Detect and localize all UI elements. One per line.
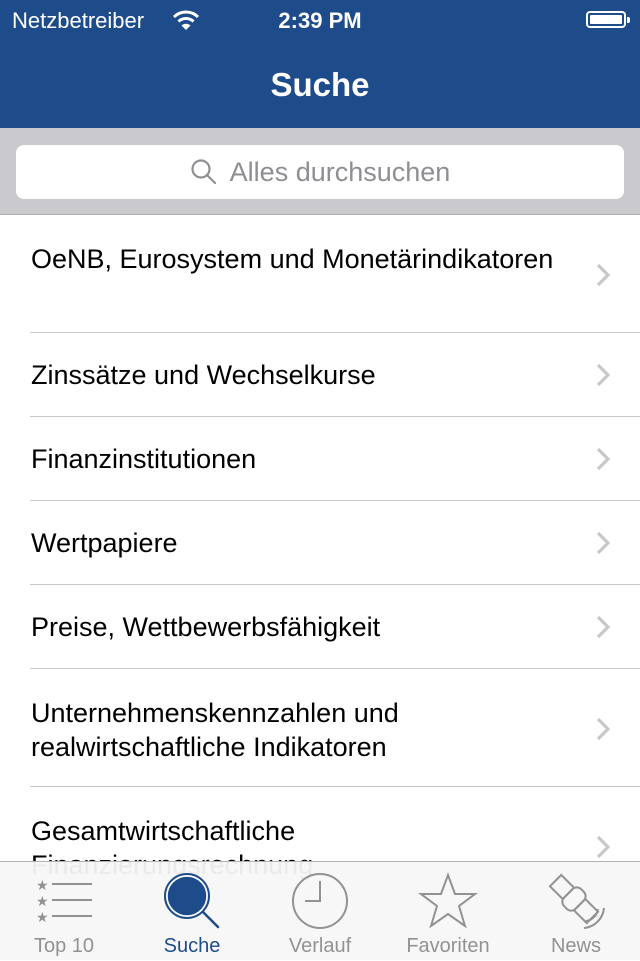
chevron-right-icon — [596, 447, 610, 471]
list-item[interactable]: OeNB, Eurosystem und Monetärindikatoren — [0, 215, 640, 333]
tab-favoriten[interactable]: Favoriten — [384, 862, 512, 961]
chevron-right-icon — [596, 263, 610, 287]
list-item[interactable]: Wertpapiere — [0, 501, 640, 585]
search-placeholder: Alles durchsuchen — [229, 156, 451, 187]
status-bar: Netzbetreiber 2:39 PM — [0, 0, 640, 40]
battery-full-icon — [586, 11, 630, 28]
svg-text:★: ★ — [36, 894, 49, 910]
chevron-right-icon — [596, 615, 610, 639]
status-time: 2:39 PM — [278, 8, 362, 33]
category-list: OeNB, Eurosystem und Monetärindikatoren … — [0, 215, 640, 905]
search-icon — [164, 873, 220, 929]
tab-suche[interactable]: Suche — [128, 862, 256, 961]
search-icon — [191, 159, 216, 185]
top10-list-icon: ★ ★ ★ — [36, 878, 92, 926]
list-item-label: Preise, Wettbewerbsfähigkeit — [31, 612, 381, 642]
chevron-right-icon — [596, 717, 610, 741]
list-item[interactable]: Finanzinstitutionen — [0, 417, 640, 501]
list-item-label: Wertpapiere — [31, 528, 178, 558]
svg-text:★: ★ — [36, 910, 49, 926]
chevron-right-icon — [596, 531, 610, 555]
list-item[interactable]: Preise, Wettbewerbsfähigkeit — [0, 585, 640, 669]
search-bar-container: Alles durchsuchen — [0, 128, 640, 215]
tab-label: Verlauf — [288, 935, 352, 957]
list-item-label: Zinssätze und Wechselkurse — [31, 360, 376, 390]
star-icon — [418, 872, 478, 929]
tab-label: News — [550, 935, 601, 957]
list-item-label: Finanzinstitutionen — [31, 444, 257, 474]
svg-text:★: ★ — [36, 878, 49, 894]
page-title: Suche — [270, 66, 370, 103]
tab-label: Suche — [163, 935, 221, 957]
tab-news[interactable]: News — [512, 862, 640, 961]
list-item[interactable]: Zinssätze und Wechselkurse — [0, 333, 640, 417]
tab-label: Top 10 — [33, 935, 95, 957]
tab-verlauf[interactable]: Verlauf — [256, 862, 384, 961]
list-item-label: Unternehmenskennzahlen und realwirtschaf… — [31, 698, 399, 762]
list-item-label: OeNB, Eurosystem und Monetärindikatoren — [31, 244, 554, 274]
chevron-right-icon — [596, 363, 610, 387]
tab-top10[interactable]: ★ ★ ★ Top 10 — [0, 862, 128, 961]
navigation-bar: Suche — [0, 40, 640, 128]
search-input[interactable]: Alles durchsuchen — [16, 145, 624, 199]
tab-bar: ★ ★ ★ Top 10 Suche Verlauf Favoriten New… — [0, 861, 640, 960]
chevron-right-icon — [596, 835, 610, 859]
list-item[interactable]: Unternehmenskennzahlen und realwirtschaf… — [0, 669, 640, 787]
clock-icon — [292, 873, 348, 929]
satellite-icon — [548, 873, 605, 929]
tab-label: Favoriten — [406, 935, 490, 957]
